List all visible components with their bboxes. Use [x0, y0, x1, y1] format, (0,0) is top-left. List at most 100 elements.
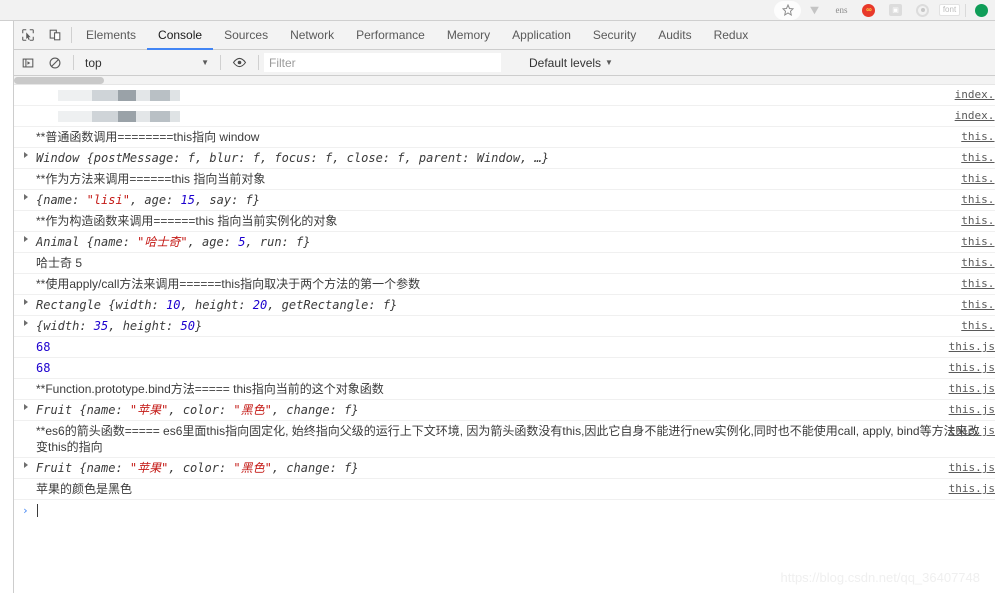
console-message-row[interactable]: **Function.prototype.bind方法===== this指向当… [14, 379, 995, 400]
console-message-text: **作为方法来调用======this 指向当前对象 [36, 172, 266, 186]
filter-input[interactable] [264, 53, 501, 72]
extension-box-icon[interactable]: ▣ [882, 0, 909, 21]
tab-performance[interactable]: Performance [345, 21, 436, 50]
console-message-source-link[interactable]: this.js [949, 360, 995, 376]
expand-triangle-icon[interactable] [24, 404, 28, 410]
console-message-row[interactable]: 68 this.js [14, 358, 995, 379]
console-message-source-link[interactable]: this.js [949, 481, 995, 497]
console-toolbar-divider-3 [258, 55, 259, 70]
watermark: https://blog.csdn.net/qq_36407748 [780, 570, 981, 585]
console-message-text: {name: "lisi", age: 15, say: f} [36, 193, 260, 207]
devtools-panel: Elements Console Sources Network Perform… [13, 21, 995, 593]
console-prompt-row[interactable]: › [14, 500, 995, 520]
tab-memory[interactable]: Memory [436, 21, 501, 50]
expand-triangle-icon[interactable] [24, 320, 28, 326]
extension-target-icon[interactable] [909, 0, 936, 21]
console-message-row[interactable]: Rectangle {width: 10, height: 20, getRec… [14, 295, 995, 316]
console-message-text: 68 [36, 340, 51, 354]
extension-font-label: font [938, 4, 961, 16]
console-message-row[interactable]: Window {postMessage: f, blur: f, focus: … [14, 148, 995, 169]
expand-triangle-icon[interactable] [24, 462, 28, 468]
console-message-row[interactable]: index.j [14, 85, 995, 106]
console-message-text: Animal {name: "哈士奇", age: 5, run: f} [36, 235, 311, 249]
redacted-block [136, 90, 150, 101]
console-message-source-link[interactable]: this.j [961, 129, 995, 145]
console-message-source-link[interactable]: this.j [961, 276, 995, 292]
extension-ens-label: ens [835, 4, 848, 15]
console-message-row[interactable]: **普通函数调用========this指向 window this.j [14, 127, 995, 148]
expand-triangle-icon[interactable] [24, 299, 28, 305]
console-message-row[interactable]: 苹果的颜色是黑色 this.js [14, 479, 995, 500]
extension-infinity-icon[interactable]: ∞ [855, 0, 882, 21]
console-message-source-link[interactable]: this.js [949, 460, 995, 476]
extension-green-icon[interactable] [968, 0, 995, 21]
console-message-source-link[interactable]: this.js [949, 339, 995, 355]
console-message-text [36, 87, 995, 103]
console-message-row[interactable]: {name: "lisi", age: 15, say: f} this.j [14, 190, 995, 211]
console-message-text: **作为构造函数来调用======this 指向当前实例化的对象 [36, 214, 338, 228]
tab-elements[interactable]: Elements [75, 21, 147, 50]
console-message-text: 苹果的颜色是黑色 [36, 482, 133, 496]
console-message-row[interactable]: index.j [14, 106, 995, 127]
tab-console[interactable]: Console [147, 21, 214, 50]
console-message-source-link[interactable]: this.j [961, 297, 995, 313]
console-message-row[interactable]: **使用apply/call方法来调用======this指向取决于两个方法的第… [14, 274, 995, 295]
console-scrollbar-thumb[interactable] [14, 77, 104, 84]
console-message-source-link[interactable]: this.js [949, 423, 995, 439]
console-message-text: 哈士奇 5 [36, 256, 83, 270]
console-message-source-link[interactable]: index.j [955, 108, 995, 124]
bookmark-star-icon[interactable] [774, 0, 801, 21]
extension-font-icon[interactable]: font [936, 0, 963, 21]
execution-context-value: top [85, 55, 102, 70]
tabstrip-divider [71, 27, 72, 43]
console-message-source-link[interactable]: this.js [949, 381, 995, 397]
expand-triangle-icon[interactable] [24, 236, 28, 242]
console-message-source-link[interactable]: this.j [961, 255, 995, 271]
console-message-source-link[interactable]: this.j [961, 213, 995, 229]
console-horizontal-scrollbar[interactable] [14, 76, 995, 85]
tab-redux[interactable]: Redux [703, 21, 760, 50]
download-arrow-icon[interactable] [801, 0, 828, 21]
console-message-row[interactable]: {width: 35, height: 50} this.j [14, 316, 995, 337]
console-message-source-link[interactable]: this.j [961, 234, 995, 250]
prompt-chevron-icon: › [22, 503, 29, 517]
console-message-row[interactable]: Fruit {name: "苹果", color: "黑色", change: … [14, 400, 995, 421]
extension-ens-icon[interactable]: ens [828, 0, 855, 21]
redacted-block [118, 90, 136, 101]
expand-triangle-icon[interactable] [24, 194, 28, 200]
chevron-down-icon: ▼ [201, 58, 209, 67]
extension-box-badge: ▣ [889, 4, 902, 16]
console-message-source-link[interactable]: this.j [961, 192, 995, 208]
live-expression-eye-icon[interactable] [226, 55, 253, 70]
console-message-source-link[interactable]: index.j [955, 87, 995, 103]
console-message-source-link[interactable]: this.j [961, 150, 995, 166]
tab-sources[interactable]: Sources [213, 21, 279, 50]
tab-security[interactable]: Security [582, 21, 647, 50]
console-message-row[interactable]: **作为构造函数来调用======this 指向当前实例化的对象 this.j [14, 211, 995, 232]
console-message-text: Fruit {name: "苹果", color: "黑色", change: … [36, 403, 359, 417]
clear-console-icon[interactable] [41, 56, 68, 70]
console-message-row[interactable]: Fruit {name: "苹果", color: "黑色", change: … [14, 458, 995, 479]
log-levels-select[interactable]: Default levels ▼ [529, 56, 613, 70]
tab-network[interactable]: Network [279, 21, 345, 50]
console-message-row[interactable]: **作为方法来调用======this 指向当前对象 this.j [14, 169, 995, 190]
bookmark-star-pill [774, 0, 801, 20]
console-message-source-link[interactable]: this.j [961, 318, 995, 334]
console-message-list: index.j index.j **普通函数调用========this指向 win… [14, 85, 995, 500]
console-message-row[interactable]: 68 this.js [14, 337, 995, 358]
console-message-text: Fruit {name: "苹果", color: "黑色", change: … [36, 461, 359, 475]
devtools-tabstrip: Elements Console Sources Network Perform… [14, 21, 995, 50]
console-message-row[interactable]: 哈士奇 5 this.j [14, 253, 995, 274]
console-sidebar-toggle-icon[interactable] [14, 56, 41, 70]
tab-application[interactable]: Application [501, 21, 582, 50]
console-message-source-link[interactable]: this.js [949, 402, 995, 418]
console-message-row[interactable]: Animal {name: "哈士奇", age: 5, run: f} this… [14, 232, 995, 253]
expand-triangle-icon[interactable] [24, 152, 28, 158]
console-message-row[interactable]: **es6的箭头函数===== es6里面this指向固定化, 始终指向父级的运… [14, 421, 995, 458]
device-toolbar-icon[interactable] [41, 21, 68, 49]
tab-audits[interactable]: Audits [647, 21, 702, 50]
inspect-element-icon[interactable] [14, 21, 41, 49]
console-message-text [36, 108, 995, 124]
execution-context-select[interactable]: top ▼ [79, 53, 215, 73]
console-message-source-link[interactable]: this.j [961, 171, 995, 187]
